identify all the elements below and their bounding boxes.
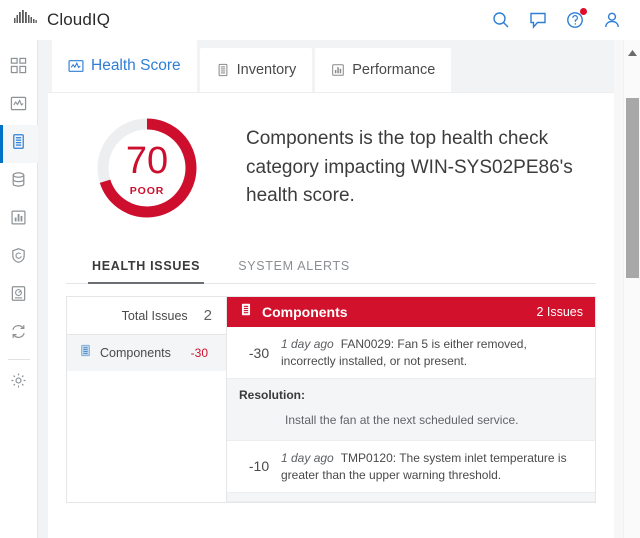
sidebar-item-settings[interactable] <box>0 364 38 402</box>
card-scrollbar[interactable] <box>614 40 623 538</box>
issue-resolution-partial <box>227 492 595 502</box>
tab-bar: Health Score Inventory Performance <box>48 40 614 92</box>
gauge-container: 70 POOR <box>48 115 246 221</box>
table-row[interactable]: -10 1 day ago TMP0120: The system inlet t… <box>227 440 595 493</box>
brand[interactable]: CloudIQ <box>0 9 110 30</box>
sidebar-item-protection[interactable] <box>0 239 38 277</box>
health-score-icon <box>68 58 84 74</box>
feedback-icon[interactable] <box>528 10 548 30</box>
sidebar-item-reports[interactable] <box>0 277 38 315</box>
issue-score: -30 <box>248 344 270 361</box>
lifecycle-icon <box>10 323 27 345</box>
issue-message-wrap: 1 day ago TMP0120: The system inlet tempe… <box>281 449 583 484</box>
sidebar-divider <box>7 359 30 360</box>
card-body: 70 POOR Components is the top health che… <box>48 92 614 538</box>
issue-score: -10 <box>248 458 270 475</box>
category-score: -30 <box>190 346 208 360</box>
health-score-rating: POOR <box>129 184 165 197</box>
tab-label: Health Score <box>91 57 181 74</box>
scroll-up-arrow-icon[interactable] <box>628 43 637 56</box>
total-issues-row: Total Issues 2 <box>67 297 226 335</box>
app-root: CloudIQ Health Score Inventory Performan… <box>0 0 640 538</box>
topbar-actions <box>491 7 640 30</box>
issues-detail-header: Components 2 Issues <box>227 297 595 327</box>
subtab-system-alerts[interactable]: SYSTEM ALERTS <box>234 251 354 283</box>
protection-icon <box>10 247 27 269</box>
sidebar-item-systems[interactable] <box>0 125 38 163</box>
total-issues-count: 2 <box>203 307 212 324</box>
sidebar-item-health[interactable] <box>0 87 38 125</box>
inventory-icon <box>216 63 230 77</box>
left-sidebar <box>0 40 38 538</box>
category-list-icon <box>79 344 92 362</box>
storage-icon <box>10 171 27 193</box>
total-issues-label: Total Issues <box>121 308 188 323</box>
status-badge: Components <box>262 304 348 320</box>
dashboard-icon <box>10 57 27 79</box>
sidebar-gutter <box>38 40 48 538</box>
settings-icon <box>10 372 27 394</box>
window-scrollbar[interactable] <box>623 40 640 538</box>
tab-health-score[interactable]: Health Score <box>52 40 197 92</box>
systems-icon <box>10 133 27 155</box>
category-name: Components <box>100 346 171 360</box>
health-score-value: 70 <box>125 139 169 182</box>
sidebar-item-lifecycle[interactable] <box>0 315 38 353</box>
tab-performance[interactable]: Performance <box>315 48 452 92</box>
top-bar: CloudIQ <box>0 0 640 40</box>
notification-badge <box>580 7 587 15</box>
issues-detail: Components 2 Issues -30 1 day ago FAN0029… <box>227 297 595 502</box>
performance-icon <box>331 63 345 77</box>
sub-tab-bar: HEALTH ISSUES SYSTEM ALERTS <box>66 245 596 284</box>
search-icon[interactable] <box>491 10 511 30</box>
health-icon <box>10 95 27 117</box>
issue-timestamp: 1 day ago <box>281 337 334 351</box>
table-row[interactable]: -30 1 day ago FAN0029: Fan 5 is either re… <box>227 327 595 380</box>
signal-bars-icon <box>14 9 38 30</box>
performance-icon <box>10 209 27 231</box>
reports-icon <box>10 285 27 307</box>
main-card: Health Score Inventory Performance 70 PO… <box>48 40 614 538</box>
window-scrollbar-thumb[interactable] <box>626 98 639 278</box>
components-icon <box>239 302 253 322</box>
issues-count: 2 Issues <box>536 305 583 319</box>
issues-category-list: Total Issues 2 Components -30 <box>67 297 227 502</box>
resolution-label: Resolution: <box>239 388 305 403</box>
issue-timestamp: 1 day ago <box>281 450 334 465</box>
health-hero: 70 POOR Components is the top health che… <box>48 93 614 231</box>
issue-message-wrap: 1 day ago FAN0029: Fan 5 is either remove… <box>281 335 583 370</box>
issues-panel: Total Issues 2 Components -30 Components… <box>66 296 596 503</box>
tab-label: Inventory <box>236 62 297 78</box>
user-account-icon[interactable] <box>602 10 622 30</box>
help-icon[interactable] <box>565 7 587 30</box>
list-item[interactable]: Components -30 <box>67 335 226 371</box>
sidebar-item-dashboard[interactable] <box>0 49 38 87</box>
resolution-text: Install the fan at the next scheduled se… <box>285 413 519 428</box>
health-score-gauge: 70 POOR <box>94 115 200 221</box>
subtab-health-issues[interactable]: HEALTH ISSUES <box>88 251 205 284</box>
issue-resolution: Resolution: Install the fan at the next … <box>227 379 595 441</box>
sidebar-item-storage[interactable] <box>0 163 38 201</box>
gauge-center: 70 POOR <box>94 115 200 221</box>
tab-label: Performance <box>352 62 436 78</box>
sidebar-item-performance[interactable] <box>0 201 38 239</box>
tab-inventory[interactable]: Inventory <box>199 48 313 92</box>
brand-name: CloudIQ <box>47 9 111 29</box>
page-title: Components is the top health check categ… <box>246 127 573 207</box>
